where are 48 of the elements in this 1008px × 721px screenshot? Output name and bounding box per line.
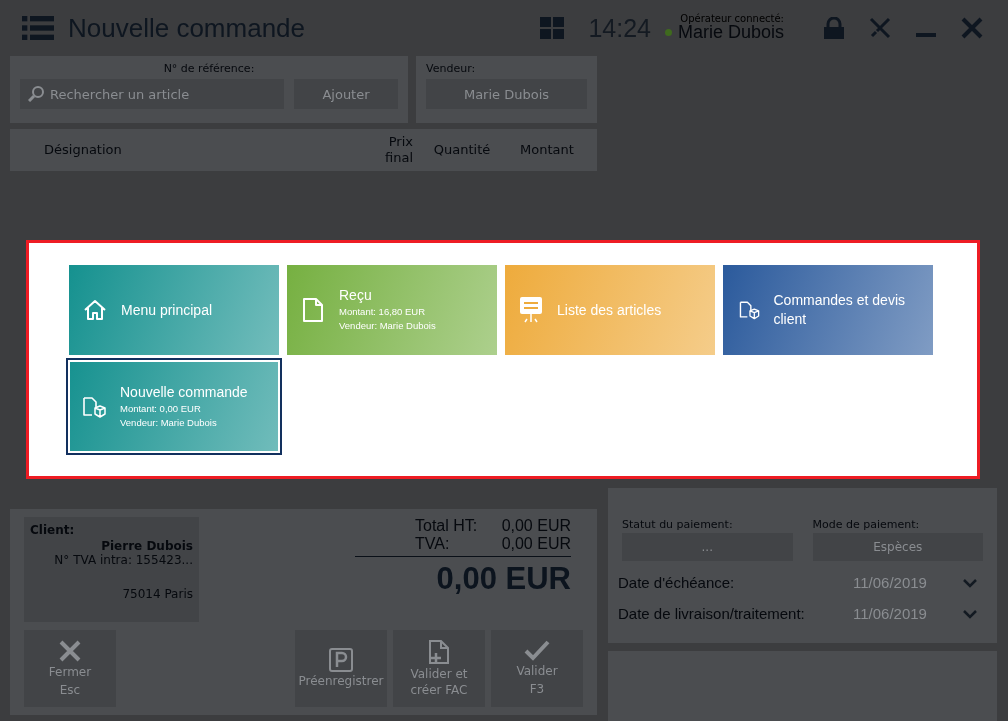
- seller-field[interactable]: Marie Dubois: [426, 79, 587, 109]
- column-header: Désignation: [43, 141, 123, 159]
- menu-tile[interactable]: Commandes et devis client: [723, 265, 933, 355]
- sale-sign-icon: [519, 296, 543, 324]
- client-vat: N° TVA intra: 155423...: [54, 553, 193, 567]
- action-button[interactable]: Valider F3: [491, 630, 583, 707]
- total-value: 0,00 EUR: [500, 517, 571, 535]
- menu-icon[interactable]: [22, 14, 54, 42]
- date-picker[interactable]: 11/06/2019: [853, 605, 963, 622]
- total-value: 0,00 EUR: [500, 535, 571, 553]
- payment-mode-field[interactable]: Espèces: [812, 533, 983, 561]
- payment-status-field[interactable]: ...: [622, 533, 793, 561]
- total-label: TVA:: [414, 535, 451, 553]
- client-name: Pierre Dubois: [101, 539, 193, 553]
- checkmark-icon: [524, 639, 550, 662]
- date-label: Date de livraison/traitement:: [618, 605, 806, 622]
- action-button[interactable]: Fermer Esc: [24, 630, 116, 707]
- menu-tile[interactable]: Nouvelle commande Montant: 0,00 EUR Vendeur: Marie Dubois: [66, 358, 282, 455]
- client-city: 75014 Paris: [122, 587, 193, 601]
- grand-total: 0,00 EUR: [355, 556, 571, 597]
- document-icon: [301, 297, 325, 323]
- search-icon: [28, 86, 44, 102]
- total-label: Total HT:: [414, 517, 479, 535]
- add-button[interactable]: Ajouter: [294, 79, 398, 109]
- document-plus-icon: [427, 638, 451, 665]
- client-label: Client:: [30, 523, 75, 537]
- reference-label: N° de référence:: [163, 62, 255, 75]
- chevron-down-icon[interactable]: [963, 608, 977, 619]
- column-header: Montant: [519, 141, 575, 159]
- action-button[interactable]: Préenregistrer: [295, 630, 387, 707]
- date-picker[interactable]: 11/06/2019: [853, 574, 963, 591]
- close-icon: [58, 638, 82, 663]
- seller-label: Vendeur:: [426, 62, 477, 75]
- search-input[interactable]: Rechercher un article: [48, 85, 276, 103]
- date-label: Date d'échéance:: [618, 574, 736, 591]
- column-header: Prix final: [384, 133, 414, 167]
- payment-mode-label: Mode de paiement:: [812, 518, 921, 531]
- menu-tile[interactable]: Reçu Montant: 16,80 EUR Vendeur: Marie Dubois: [287, 265, 497, 355]
- operator-label: Opérateur connecté:: [680, 13, 784, 24]
- house-icon: [83, 298, 107, 322]
- menu-tile[interactable]: Menu principal: [69, 265, 279, 355]
- parking-icon: [329, 647, 353, 672]
- action-button[interactable]: Valider et créer FAC: [393, 630, 485, 707]
- column-header: Quantité: [432, 141, 492, 159]
- payment-status-label: Statut du paiement:: [622, 518, 734, 531]
- search-field[interactable]: Rechercher un article: [20, 79, 284, 109]
- menu-tile[interactable]: Liste des articles: [505, 265, 715, 355]
- chevron-down-icon[interactable]: [963, 577, 977, 588]
